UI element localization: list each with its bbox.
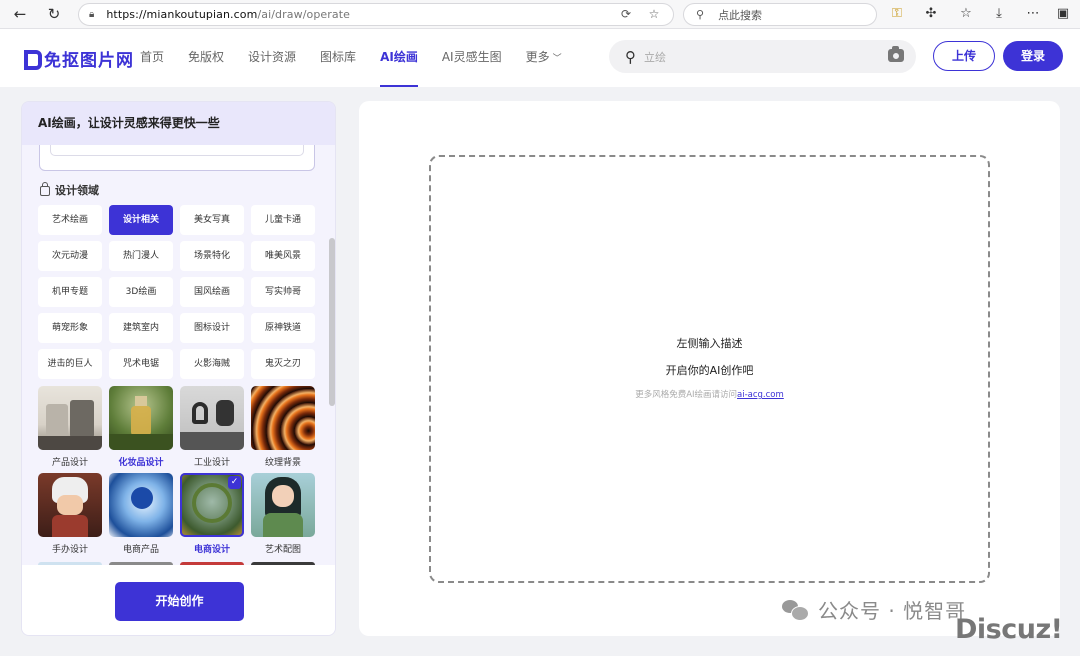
logo-icon [24, 49, 42, 70]
download-icon[interactable]: ⤓ [988, 4, 1010, 24]
panel-scroll-area: 设计领域 艺术绘画 设计相关 美女写真 儿童卡通 次元动漫 热门漫人 场景特化 … [22, 145, 335, 565]
tag-anime[interactable]: 次元动漫 [38, 241, 102, 271]
check-icon: ✓ [228, 476, 241, 489]
tag-beauty-portrait[interactable]: 美女写真 [180, 205, 244, 235]
extension-icon[interactable]: ⚿ [886, 4, 908, 24]
tag-hot-comics[interactable]: 热门漫人 [109, 241, 173, 271]
sidebar-icon[interactable]: ▣ [1052, 4, 1074, 24]
wechat-icon [782, 599, 809, 621]
browser-search[interactable]: ⚲ 点此搜索 [683, 3, 877, 26]
nav-home[interactable]: 首页 [140, 29, 164, 87]
tag-kids-cartoon[interactable]: 儿童卡通 [251, 205, 315, 235]
tag-scene[interactable]: 场景特化 [180, 241, 244, 271]
search-icon: ⚲ [625, 47, 636, 66]
style-thumbnails: 产品设计 化妆品设计 工业设计 纹理背景 手办设计 电商产品 ✓ 电商设计 艺术… [38, 386, 318, 560]
prompt-textarea[interactable] [39, 145, 315, 171]
tag-realistic-man[interactable]: 写实帅哥 [251, 277, 315, 307]
login-button[interactable]: 登录 [1003, 41, 1063, 71]
url-text: https://miankoutupian.com/ai/draw/operat… [106, 8, 351, 21]
tag-icon-design[interactable]: 图标设计 [180, 313, 244, 343]
nav-free-license[interactable]: 免版权 [188, 29, 224, 87]
thumb-ecommerce-product[interactable]: 电商产品 [109, 473, 173, 560]
site-search-input[interactable]: ⚲ 立绘 [609, 40, 916, 73]
thumb-image [109, 386, 173, 450]
tag-attack-on-titan[interactable]: 进击的巨人 [38, 349, 102, 379]
chevron-down-icon: ﹀ [552, 54, 562, 64]
domain-tags: 艺术绘画 设计相关 美女写真 儿童卡通 次元动漫 热门漫人 场景特化 唯美风景 … [38, 205, 318, 379]
thumb-image [109, 473, 173, 537]
section-design-domain: 设计领域 [40, 182, 99, 198]
browser-toolbar: ← ↻ 🔒︎ https://miankoutupian.com/ai/draw… [0, 0, 1080, 29]
thumb-image: ✓ [180, 473, 244, 537]
thumb-image [180, 386, 244, 450]
site-header: 免抠图片网 首页 免版权 设计资源 图标库 AI绘画 AI灵感生图 更多 ﹀ ⚲ … [0, 29, 1080, 87]
ai-acg-link[interactable]: ai-acg.com [737, 390, 784, 400]
placeholder-line2: 开启你的AI创作吧 [665, 364, 754, 377]
more-icon[interactable]: ⋯ [1022, 4, 1044, 24]
tag-architecture[interactable]: 建筑室内 [109, 313, 173, 343]
nav-design-resources[interactable]: 设计资源 [248, 29, 296, 87]
thumb-ecommerce-design[interactable]: ✓ 电商设计 [180, 473, 244, 560]
panel-footer: 开始创作 [22, 565, 335, 635]
thumb-figure-design[interactable]: 手办设计 [38, 473, 102, 560]
lock-icon [40, 182, 50, 196]
site-logo[interactable]: 免抠图片网 [24, 46, 134, 71]
tag-3d[interactable]: 3D绘画 [109, 277, 173, 307]
thumb-image [251, 386, 315, 450]
tag-jujutsu[interactable]: 咒术电锯 [109, 349, 173, 379]
thumb-image [38, 386, 102, 450]
tag-mecha[interactable]: 机甲专题 [38, 277, 102, 307]
search-icon: ⚲ [696, 8, 705, 21]
tag-demon-slayer[interactable]: 鬼灭之刃 [251, 349, 315, 379]
placeholder-line1: 左侧输入描述 [676, 337, 743, 350]
result-placeholder: 左侧输入描述 开启你的AI创作吧 更多风格免费AI绘画请访问ai-acg.com [429, 155, 990, 583]
discuz-watermark: Discuz! [955, 614, 1063, 645]
thumb-image [38, 473, 102, 537]
placeholder-hint: 更多风格免费AI绘画请访问ai-acg.com [635, 390, 784, 400]
favorites-icon[interactable]: ☆ [955, 4, 977, 24]
tag-design-related[interactable]: 设计相关 [109, 205, 173, 235]
upload-button[interactable]: 上传 [933, 41, 995, 71]
tag-pets[interactable]: 萌宠形象 [38, 313, 102, 343]
panel-title: AI绘画，让设计灵感来得更快一些 [22, 102, 335, 145]
camera-icon[interactable] [888, 46, 904, 62]
translate-icon[interactable]: ⟳ [617, 7, 635, 23]
tag-chinese-style[interactable]: 国风绘画 [180, 277, 244, 307]
nav-more[interactable]: 更多 ﹀ [526, 29, 562, 87]
tag-genshin[interactable]: 原神铁道 [251, 313, 315, 343]
panel-scrollbar[interactable] [329, 238, 335, 406]
address-bar[interactable]: 🔒︎ https://miankoutupian.com/ai/draw/ope… [78, 3, 674, 26]
tag-art-painting[interactable]: 艺术绘画 [38, 205, 102, 235]
ai-settings-panel: AI绘画，让设计灵感来得更快一些 设计领域 艺术绘画 设计相关 美女写真 儿童卡… [21, 101, 336, 636]
tag-scenery[interactable]: 唯美风景 [251, 241, 315, 271]
nav-ai-drawing[interactable]: AI绘画 [380, 29, 418, 87]
nav-icon-library[interactable]: 图标库 [320, 29, 356, 87]
refresh-icon[interactable]: ↻ [40, 0, 68, 28]
lock-icon: 🔒︎ [89, 9, 95, 20]
nav-ai-inspiration[interactable]: AI灵感生图 [442, 29, 502, 87]
start-create-button[interactable]: 开始创作 [115, 582, 244, 621]
thumb-industrial-design[interactable]: 工业设计 [180, 386, 244, 473]
back-arrow-icon[interactable]: ← [6, 0, 34, 28]
thumb-product-design[interactable]: 产品设计 [38, 386, 102, 473]
thumb-image [251, 473, 315, 537]
thumb-art-illustration[interactable]: 艺术配图 [251, 473, 315, 560]
thumb-texture-background[interactable]: 纹理背景 [251, 386, 315, 473]
main-nav: 首页 免版权 设计资源 图标库 AI绘画 AI灵感生图 更多 ﹀ [140, 29, 586, 87]
thumb-cosmetics-design[interactable]: 化妆品设计 [109, 386, 173, 473]
favorite-star-icon[interactable]: ☆ [645, 7, 663, 23]
wechat-watermark: 公众号 · 悦智哥 [782, 595, 966, 624]
puzzle-icon[interactable]: ✣ [920, 4, 942, 24]
tag-naruto[interactable]: 火影海贼 [180, 349, 244, 379]
result-panel: 左侧输入描述 开启你的AI创作吧 更多风格免费AI绘画请访问ai-acg.com [359, 101, 1060, 636]
